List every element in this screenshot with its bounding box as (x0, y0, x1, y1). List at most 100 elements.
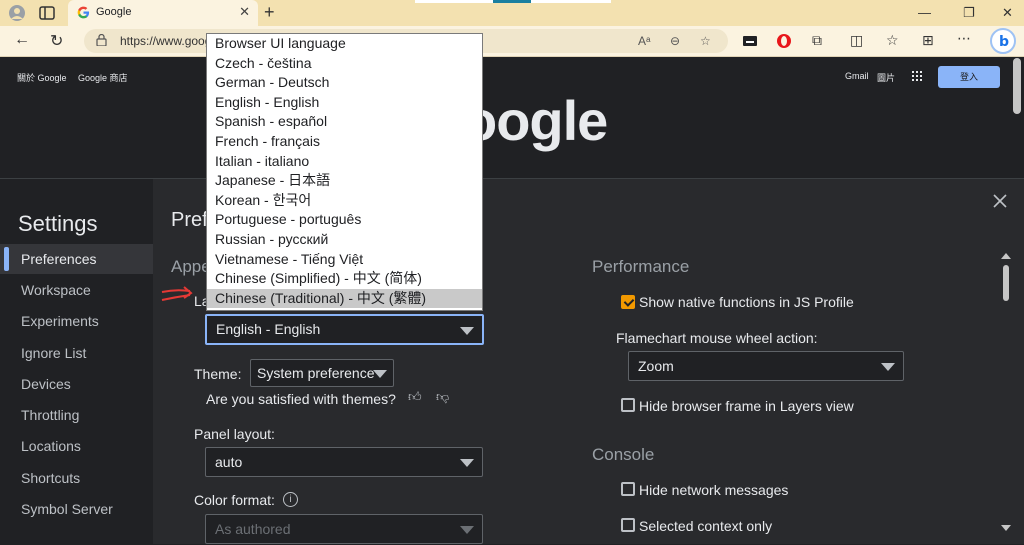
selected-context-checkbox[interactable] (621, 518, 635, 532)
minimize-icon[interactable]: — (918, 5, 931, 20)
info-icon[interactable]: i (283, 492, 298, 507)
browser-toolbar: ← ↻ https://www.goog Aᵃ ⊖ ☆ ⧉ ◫ ☆ ⊞ ⋯ b (0, 26, 1024, 57)
google-logo: oogle (463, 89, 608, 152)
settings-heading: Settings (18, 211, 98, 236)
scroll-up-icon[interactable] (1001, 253, 1011, 259)
language-option[interactable]: Chinese (Simplified) - 中文 (简体) (207, 269, 482, 289)
more-menu-icon[interactable]: ⋯ (957, 30, 971, 47)
language-option[interactable]: Spanish - español (207, 112, 482, 132)
back-icon[interactable]: ← (14, 31, 30, 49)
tab-preview-strip-2 (531, 0, 611, 3)
language-option[interactable]: Japanese - 日本語 (207, 171, 482, 191)
signin-button[interactable]: 登入 (938, 66, 1000, 88)
chevron-down-icon (460, 327, 474, 335)
language-option[interactable]: Portuguese - português (207, 210, 482, 230)
apps-grid-icon[interactable] (912, 71, 922, 81)
page-scrollbar[interactable] (1013, 58, 1021, 114)
collections-icon[interactable]: ⊞ (922, 32, 934, 49)
selected-context-label: Selected context only (639, 518, 773, 534)
flamechart-select[interactable]: Zoom (628, 351, 904, 381)
gmail-link[interactable]: Gmail (845, 71, 869, 81)
flamechart-label: Flamechart mouse wheel action: (616, 330, 818, 346)
google-store-link[interactable]: Google 商店 (78, 71, 128, 84)
split-screen-icon[interactable]: ◫ (850, 32, 863, 49)
theme-select-value: System preference (257, 365, 375, 381)
tab-google[interactable]: Google ✕ (68, 0, 258, 26)
google-favicon-icon (77, 6, 90, 19)
google-page: 關於 Google Google 商店 Gmail 圖片 登入 oogle (0, 58, 1024, 178)
hide-network-messages-checkbox[interactable] (621, 482, 635, 496)
sidebar-item-devices[interactable]: Devices (0, 369, 153, 399)
images-link[interactable]: 圖片 (877, 71, 895, 84)
bing-copilot-icon[interactable]: b (990, 28, 1016, 54)
panel-layout-select[interactable]: auto (205, 447, 483, 477)
language-option[interactable]: Korean - 한국어 (207, 191, 482, 211)
extension-dark-icon[interactable] (742, 33, 758, 49)
scroll-down-icon[interactable] (1001, 525, 1011, 531)
scrollbar-thumb[interactable] (1003, 265, 1009, 301)
close-tab-icon[interactable]: ✕ (239, 4, 250, 20)
themes-feedback-text: Are you satisfied with themes? (206, 391, 396, 407)
appearance-section-title: Appe (171, 257, 211, 276)
chevron-down-icon (373, 370, 387, 378)
hide-browser-frame-label: Hide browser frame in Layers view (639, 398, 854, 414)
color-format-value: As authored (215, 521, 291, 537)
flamechart-value: Zoom (638, 358, 674, 374)
language-option-highlighted[interactable]: Chinese (Traditional) - 中文 (繁體) (207, 288, 482, 309)
thumbs-down-icon[interactable]: 👎︎ (436, 389, 449, 405)
sidebar-item-symbol-server[interactable]: Symbol Server (0, 494, 153, 524)
read-aloud-icon[interactable]: Aᵃ (638, 34, 650, 48)
settings-scrollbar[interactable] (1001, 253, 1011, 533)
opera-extension-icon[interactable] (776, 33, 792, 49)
language-option[interactable]: Vietnamese - Tiếng Việt (207, 250, 482, 270)
sidebar-item-throttling[interactable]: Throttling (0, 400, 153, 430)
sidebar-item-workspace[interactable]: Workspace (0, 275, 153, 305)
sidebar-item-ignore-list[interactable]: Ignore List (0, 338, 153, 368)
show-native-functions-checkbox[interactable] (621, 295, 635, 309)
color-format-label: Color format: (194, 492, 275, 508)
chevron-down-icon (460, 526, 474, 534)
close-settings-icon[interactable] (990, 191, 1010, 211)
language-option[interactable]: German - Deutsch (207, 73, 482, 93)
thumbs-up-icon[interactable]: 👍︎ (408, 389, 422, 405)
language-select-value: English - English (216, 321, 321, 337)
url-text: https://www.goog (120, 34, 212, 48)
console-section-title: Console (592, 445, 655, 464)
about-google-link[interactable]: 關於 Google (17, 71, 67, 84)
extensions-puzzle-icon[interactable]: ⧉ (812, 32, 822, 49)
red-arrow-annotation-icon (161, 286, 193, 301)
show-native-functions-label: Show native functions in JS Profile (639, 294, 854, 310)
lock-icon[interactable] (96, 34, 107, 46)
tab-actions-icon[interactable] (38, 4, 56, 22)
svg-text:b: b (999, 34, 1009, 50)
language-option[interactable]: French - français (207, 132, 482, 152)
color-format-select[interactable]: As authored (205, 514, 483, 544)
theme-label: Theme: (194, 366, 242, 382)
favorite-star-icon[interactable]: ☆ (700, 34, 711, 48)
language-option[interactable]: Czech - čeština (207, 54, 482, 74)
sidebar-item-preferences[interactable]: Preferences (0, 244, 153, 274)
language-option[interactable]: Browser UI language (207, 34, 482, 54)
sidebar-item-shortcuts[interactable]: Shortcuts (0, 463, 153, 493)
settings-sidebar: Settings Preferences Workspace Experimen… (0, 179, 153, 545)
tab-preview-strip (415, 0, 493, 3)
language-option[interactable]: English - English (207, 93, 482, 113)
window-close-icon[interactable]: ✕ (1002, 5, 1013, 21)
new-tab-button[interactable]: + (264, 2, 275, 23)
sidebar-item-experiments[interactable]: Experiments (0, 306, 153, 336)
tab-preview-strip-active (493, 0, 531, 3)
favorites-icon[interactable]: ☆ (886, 32, 899, 49)
language-option[interactable]: Italian - italiano (207, 152, 482, 172)
language-dropdown-list: Browser UI language Czech - čeština Germ… (206, 33, 483, 311)
tab-title: Google (96, 6, 132, 18)
sidebar-item-locations[interactable]: Locations (0, 431, 153, 461)
reload-icon[interactable]: ↻ (50, 31, 63, 51)
zoom-icon[interactable]: ⊖ (670, 34, 680, 48)
devtools-settings-panel: Settings Preferences Workspace Experimen… (0, 178, 1024, 545)
language-option[interactable]: Russian - русский (207, 230, 482, 250)
theme-select[interactable]: System preference (250, 359, 394, 387)
language-select[interactable]: English - English (205, 314, 484, 345)
hide-browser-frame-checkbox[interactable] (621, 398, 635, 412)
restore-icon[interactable]: ❐ (963, 5, 975, 21)
profile-icon[interactable] (8, 4, 26, 22)
